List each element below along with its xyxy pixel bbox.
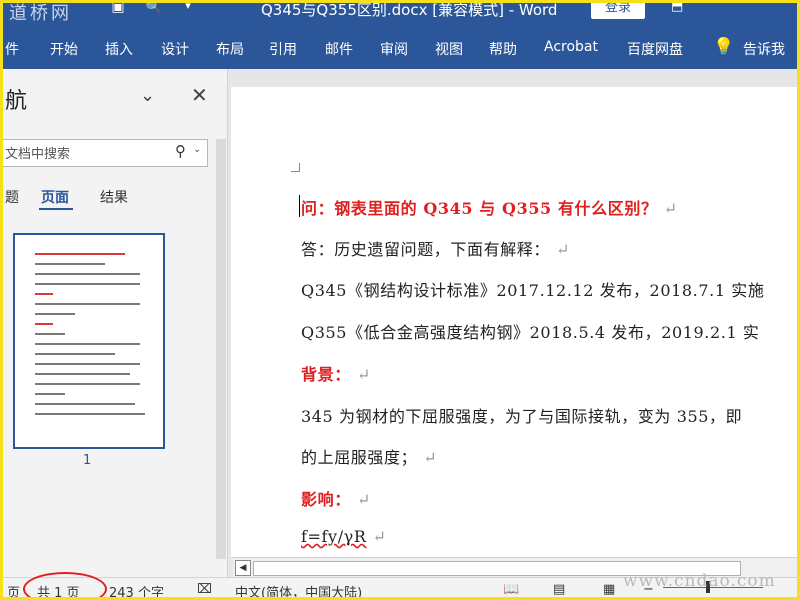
page-thumbnail[interactable] [13, 233, 165, 449]
thumbnail-line [35, 313, 75, 315]
doc-line-text: 345 为钢材的下屈服强度，为了与国际接轨，变为 355，即 [301, 407, 743, 426]
doc-line-text: 背景： [301, 365, 351, 384]
tab-layout[interactable]: 布局 [216, 39, 244, 59]
thumbnail-line [35, 343, 140, 345]
doc-line[interactable]: 问：钢表里面的 Q345 与 Q355 有什么区别？ ↵ [301, 195, 678, 219]
tab-view[interactable]: 视图 [435, 39, 463, 59]
doc-line[interactable]: 的上屈服强度； ↵ [301, 444, 437, 468]
site-watermark: 道桥网 [9, 3, 72, 24]
thumbnail-line [35, 383, 140, 385]
scroll-left-icon[interactable]: ◀ [235, 560, 251, 576]
title-bar: 道桥网 ▣ 🔍 ▾ Q345与Q355区别.docx [兼容模式] - Word… [3, 3, 797, 25]
tell-me-search[interactable]: 告诉我 [743, 39, 785, 59]
thumbnail-line [35, 253, 125, 255]
close-icon[interactable]: ✕ [191, 83, 208, 107]
nav-tab-results[interactable]: 结果 [100, 187, 128, 207]
thumbnail-line [35, 283, 140, 285]
thumbnail-page-number: 1 [83, 453, 92, 468]
doc-line[interactable]: Q345《钢结构设计标准》2017.12.12 发布，2018.7.1 实施 [301, 277, 765, 301]
bottom-watermark: www.cndao.com [623, 571, 776, 591]
thumbnail-line [35, 263, 105, 265]
paragraph-mark: ↵ [663, 199, 678, 218]
status-page-prefix[interactable]: 页 [7, 582, 20, 597]
thumbnail-line [35, 293, 53, 295]
thumbnail-line [35, 303, 140, 305]
document-page[interactable]: 问：钢表里面的 Q345 与 Q355 有什么区别？ ↵ 答：历史遗留问题，下面有… [231, 87, 797, 557]
word-window: 道桥网 ▣ 🔍 ▾ Q345与Q355区别.docx [兼容模式] - Word… [0, 0, 800, 600]
search-icon[interactable]: ⚲ [175, 142, 186, 160]
thumbnail-line [35, 413, 145, 415]
print-preview-icon[interactable]: 🔍 [143, 3, 165, 21]
doc-line-text: 问：钢表里面的 Q345 与 Q355 有什么区别？ [301, 199, 658, 218]
text-cursor [299, 195, 300, 217]
read-mode-icon[interactable]: 📖 [503, 582, 519, 597]
tab-baidu-netdisk[interactable]: 百度网盘 [627, 39, 683, 59]
customize-dropdown-icon[interactable]: ▾ [177, 3, 199, 21]
paragraph-mark: ↵ [372, 527, 387, 546]
highlight-annotation [23, 572, 107, 597]
doc-line-text: 答：历史遗留问题，下面有解释： [301, 240, 551, 259]
tab-design[interactable]: 设计 [161, 39, 189, 59]
save-icon[interactable]: ▣ [107, 3, 129, 21]
active-tab-underline [39, 208, 73, 210]
thumbnail-line [35, 353, 115, 355]
paragraph-mark: ↵ [556, 240, 571, 259]
nav-search-input[interactable]: 文档中搜索 [5, 143, 70, 162]
search-options-dropdown-icon[interactable]: ⌄ [193, 144, 201, 155]
ribbon-options-icon[interactable]: ⬒ [671, 3, 683, 14]
tab-acrobat[interactable]: Acrobat [544, 39, 598, 55]
thumbnail-line [35, 333, 65, 335]
nav-tab-headings[interactable]: 题 [5, 187, 19, 207]
navigation-pane: 航 ⌄ ✕ 文档中搜索 ⚲ ⌄ 题 页面 结果 1 [3, 69, 228, 577]
doc-line[interactable]: 影响： ↵ [301, 486, 371, 510]
doc-line[interactable]: Q355《低合金高强度结构钢》2018.5.4 发布，2019.2.1 实 [301, 319, 760, 343]
tab-home[interactable]: 开始 [50, 39, 78, 59]
ribbon-tabs: 件 开始 插入 设计 布局 引用 邮件 审阅 视图 帮助 Acrobat 百度网… [3, 25, 797, 69]
thumbnail-line [35, 373, 130, 375]
web-layout-icon[interactable]: ▦ [603, 582, 615, 597]
doc-line-text: f=fy/γR [301, 527, 367, 546]
lightbulb-icon[interactable]: 💡 [713, 37, 734, 57]
thumbnail-line [35, 323, 53, 325]
window-title: Q345与Q355区别.docx [兼容模式] - Word [261, 1, 558, 19]
status-word-count[interactable]: 243 个字 [109, 582, 164, 597]
nav-pane-title: 航 [5, 89, 28, 114]
thumbnail-line [35, 273, 140, 275]
nav-scrollbar[interactable] [216, 139, 226, 559]
tab-insert[interactable]: 插入 [105, 39, 133, 59]
doc-line[interactable]: 背景： ↵ [301, 361, 371, 385]
tab-help[interactable]: 帮助 [489, 39, 517, 59]
doc-line-text: Q345《钢结构设计标准》2017.12.12 发布，2018.7.1 实施 [301, 281, 765, 300]
doc-line-text: Q355《低合金高强度结构钢》2018.5.4 发布，2019.2.1 实 [301, 323, 760, 342]
status-language[interactable]: 中文(简体，中国大陆) [235, 582, 362, 597]
thumbnail-line [35, 363, 140, 365]
doc-line-text: 影响： [301, 490, 351, 509]
margin-corner-mark [291, 163, 300, 172]
paragraph-mark: ↵ [423, 448, 438, 467]
paragraph-mark: ↵ [356, 490, 371, 509]
doc-line[interactable]: f=fy/γR ↵ [301, 527, 387, 546]
login-button[interactable]: 登录 [591, 3, 645, 19]
doc-line[interactable]: 答：历史遗留问题，下面有解释： ↵ [301, 236, 570, 260]
paragraph-mark: ↵ [356, 365, 371, 384]
tab-mailings[interactable]: 邮件 [325, 39, 353, 59]
chevron-down-icon[interactable]: ⌄ [140, 85, 155, 106]
nav-search-box[interactable]: 文档中搜索 ⚲ ⌄ [3, 139, 208, 167]
nav-tab-pages[interactable]: 页面 [41, 187, 69, 207]
thumbnail-line [35, 403, 135, 405]
print-layout-icon[interactable]: ▤ [553, 582, 565, 597]
doc-line-text: 的上屈服强度； [301, 448, 418, 467]
tab-file[interactable]: 件 [5, 39, 19, 59]
doc-line[interactable]: 345 为钢材的下屈服强度，为了与国际接轨，变为 355，即 [301, 403, 742, 427]
thumbnail-line [35, 393, 65, 395]
proofing-icon[interactable]: ⌧ [197, 582, 212, 597]
tab-references[interactable]: 引用 [269, 39, 297, 59]
tab-review[interactable]: 审阅 [380, 39, 408, 59]
